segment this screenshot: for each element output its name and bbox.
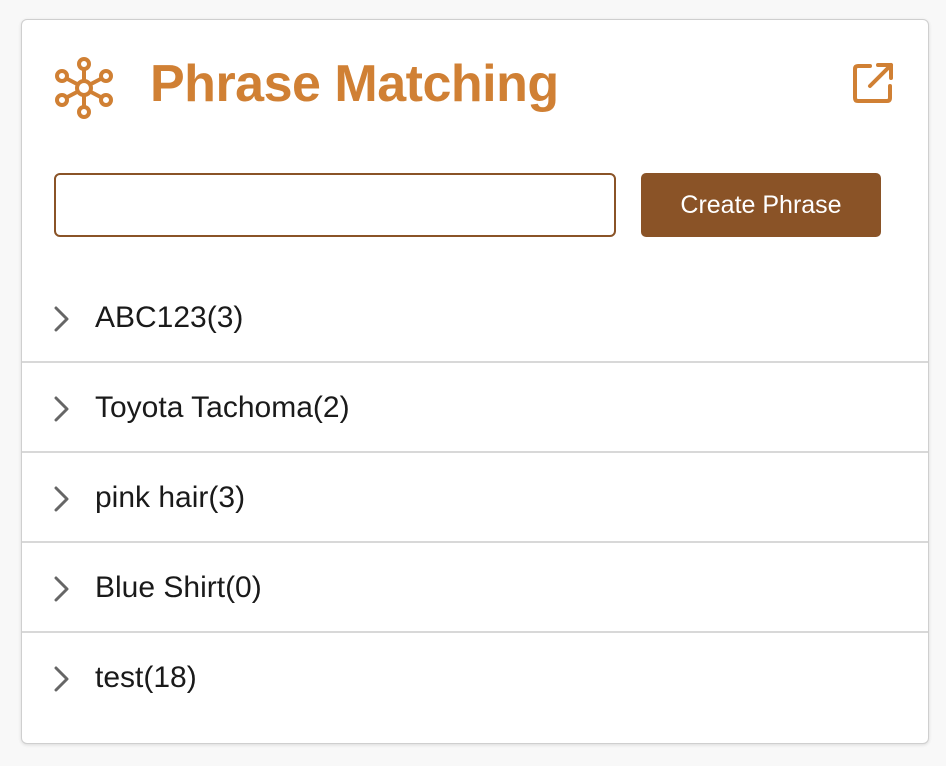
phrase-item-abc123[interactable]: ABC123(3) [22, 273, 928, 363]
chevron-right-icon[interactable] [52, 396, 72, 422]
page-title: Phrase Matching [150, 55, 559, 113]
phrase-item-test[interactable]: test(18) [22, 633, 928, 723]
external-link-icon[interactable] [850, 60, 896, 106]
phrase-label: ABC123(3) [95, 301, 244, 334]
network-hub-icon [52, 56, 116, 120]
create-phrase-row: Create Phrase [54, 173, 884, 239]
phrase-label: test(18) [95, 661, 197, 694]
phrase-label: Blue Shirt(0) [95, 571, 262, 604]
phrase-item-pink-hair[interactable]: pink hair(3) [22, 453, 928, 543]
phrase-input[interactable] [54, 173, 616, 237]
chevron-right-icon[interactable] [52, 486, 72, 512]
chevron-right-icon[interactable] [52, 666, 72, 692]
create-phrase-button[interactable]: Create Phrase [641, 173, 881, 237]
phrase-label: Toyota Tachoma(2) [95, 391, 350, 424]
panel-header: Phrase Matching [22, 20, 928, 150]
phrase-list: ABC123(3) Toyota Tachoma(2) pink hair(3)… [22, 273, 928, 723]
phrase-matching-panel: Phrase Matching Create Phrase ABC123(3) … [21, 19, 929, 744]
phrase-item-toyota-tachoma[interactable]: Toyota Tachoma(2) [22, 363, 928, 453]
phrase-item-blue-shirt[interactable]: Blue Shirt(0) [22, 543, 928, 633]
phrase-label: pink hair(3) [95, 481, 246, 514]
chevron-right-icon[interactable] [52, 576, 72, 602]
chevron-right-icon[interactable] [52, 306, 72, 332]
